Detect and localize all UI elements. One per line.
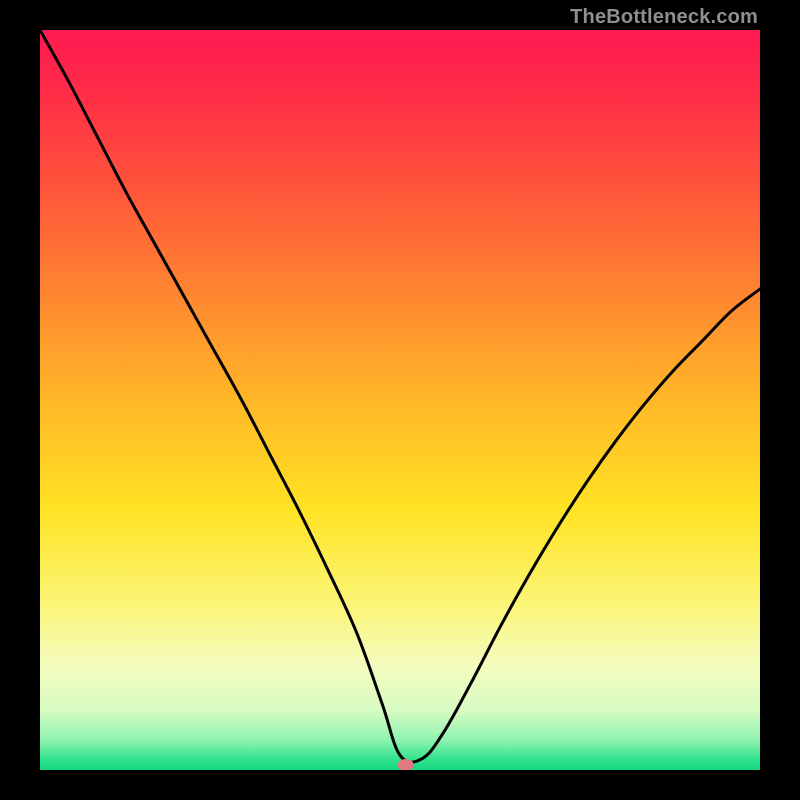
bottleneck-chart [40, 30, 760, 770]
gradient-background [40, 30, 760, 770]
plot-area [40, 30, 760, 770]
chart-frame: TheBottleneck.com [0, 0, 800, 800]
watermark-text: TheBottleneck.com [570, 6, 758, 29]
